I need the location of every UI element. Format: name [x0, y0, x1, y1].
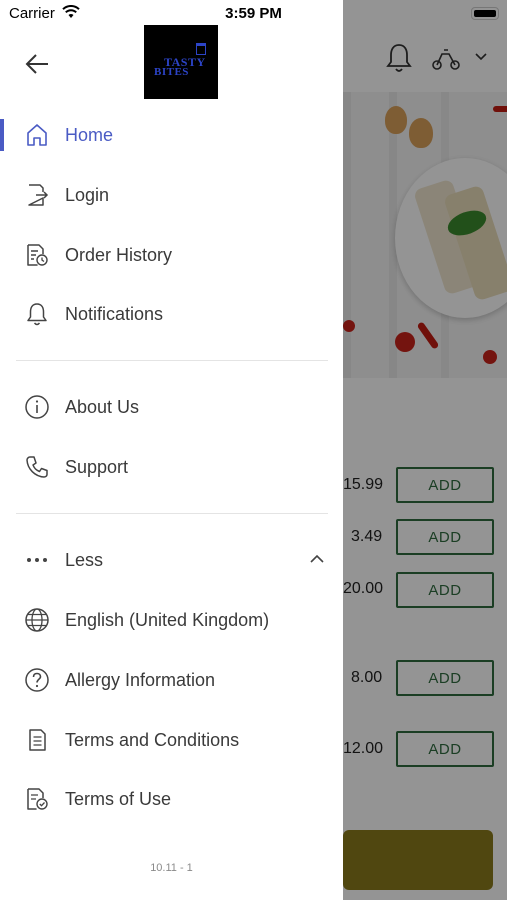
menu-item-home[interactable]: Home: [0, 107, 343, 163]
document-icon: [29, 729, 46, 751]
menu-item-label: Login: [65, 184, 110, 205]
menu-item-label: Terms of Use: [65, 788, 172, 809]
globe-icon: [25, 608, 49, 632]
document-check-icon: [27, 788, 48, 810]
divider: [16, 513, 328, 514]
menu-item-label: Allergy Information: [65, 669, 216, 690]
question-icon: [25, 668, 49, 692]
phone-icon: [26, 456, 48, 478]
login-icon: [28, 184, 49, 206]
order-history-icon: [27, 244, 48, 266]
more-dots-icon: [27, 558, 47, 562]
menu-item-allergy-information[interactable]: Allergy Information: [0, 652, 343, 708]
menu-item-less[interactable]: Less: [0, 532, 343, 588]
menu-item-label: English (United Kingdom): [65, 609, 270, 630]
menu-item-language[interactable]: English (United Kingdom): [0, 592, 343, 648]
menu-item-login[interactable]: Login: [0, 167, 343, 223]
menu-item-label: Notifications: [65, 303, 164, 324]
active-indicator: [0, 119, 4, 151]
menu-item-label: Order History: [65, 244, 173, 265]
menu-item-terms-of-use[interactable]: Terms of Use: [0, 771, 343, 827]
back-arrow-icon[interactable]: [24, 50, 52, 78]
menu-item-support[interactable]: Support: [0, 439, 343, 495]
navigation-drawer: TASTY BITES Home Login Order History Not…: [0, 0, 343, 900]
menu-item-about-us[interactable]: About Us: [0, 379, 343, 435]
bell-icon: [27, 303, 47, 326]
divider: [16, 360, 328, 361]
logo-text: BITES: [154, 66, 189, 78]
menu-item-label: Terms and Conditions: [65, 729, 240, 750]
app-version: 10.11 - 1: [150, 862, 193, 874]
menu-item-label: About Us: [65, 396, 140, 417]
menu-item-notifications[interactable]: Notifications: [0, 286, 343, 342]
drawer-overlay[interactable]: [343, 0, 507, 900]
battery-icon: [471, 7, 499, 20]
menu-item-label: Support: [65, 456, 129, 477]
logo-mark-icon: [196, 43, 206, 55]
clock: 3:59 PM: [225, 5, 282, 22]
menu-item-terms-and-conditions[interactable]: Terms and Conditions: [0, 712, 343, 768]
menu-item-order-history[interactable]: Order History: [0, 227, 343, 283]
status-bar: Carrier 3:59 PM: [0, 0, 507, 28]
home-icon: [27, 124, 47, 146]
menu-item-label: Home: [65, 124, 114, 145]
chevron-up-icon: [310, 554, 324, 563]
menu-item-label: Less: [65, 549, 104, 570]
info-icon: [25, 395, 49, 419]
logo: TASTY BITES: [144, 25, 218, 99]
